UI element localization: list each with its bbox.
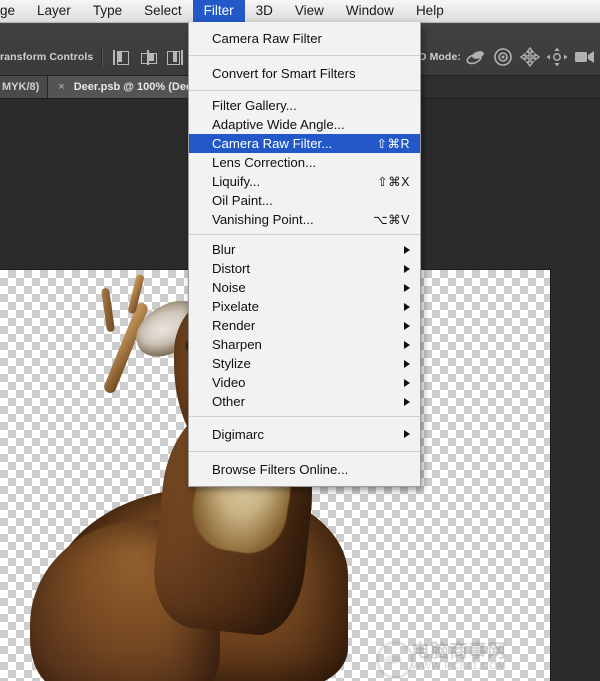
menu-item-label: Digimarc	[212, 427, 264, 442]
menu-bar: ge Layer Type Select Filter 3D View Wind…	[0, 0, 600, 23]
roll-3d-icon[interactable]	[491, 46, 515, 68]
menu-item-digimarc[interactable]: Digimarc	[189, 422, 420, 446]
menu-item-label: Render	[212, 318, 255, 333]
menu-item-shortcut: ⇧⌘X	[377, 174, 410, 189]
menu-item-vanishing-point[interactable]: Vanishing Point... ⌥⌘V	[189, 210, 420, 229]
menu-item-label: Pixelate	[212, 299, 259, 314]
menu-item-label: Browse Filters Online...	[212, 462, 348, 477]
menu-item-render[interactable]: Render	[189, 316, 420, 335]
submenu-arrow-icon	[404, 322, 410, 330]
scale-3d-icon[interactable]	[572, 46, 596, 68]
menu-item-label: Other	[212, 394, 245, 409]
menu-item-stylize[interactable]: Stylize	[189, 354, 420, 373]
tab-previous-clipped[interactable]: MYK/8)	[0, 75, 48, 98]
menu-type[interactable]: Type	[82, 0, 133, 22]
submenu-arrow-icon	[404, 303, 410, 311]
tab-label: Deer.psb @ 100% (Deer,	[74, 81, 199, 93]
menu-item-label: Noise	[212, 280, 246, 295]
submenu-arrow-icon	[404, 246, 410, 254]
rotate-3d-icon[interactable]	[464, 46, 488, 68]
menu-help[interactable]: Help	[405, 0, 455, 22]
menu-item-liquify[interactable]: Liquify... ⇧⌘X	[189, 172, 420, 191]
menu-item-other[interactable]: Other	[189, 392, 420, 411]
3d-mode-group: 3D Mode:	[395, 40, 596, 74]
menu-item-label: Liquify...	[212, 174, 260, 189]
menu-separator	[189, 451, 420, 452]
menu-window[interactable]: Window	[335, 0, 405, 22]
tab-deer-psb[interactable]: × Deer.psb @ 100% (Deer,	[48, 75, 210, 98]
menu-item-label: Convert for Smart Filters	[212, 66, 356, 81]
menu-item-adaptive-wide-angle[interactable]: Adaptive Wide Angle...	[189, 115, 420, 134]
show-transform-controls-label: ransform Controls	[0, 51, 93, 63]
menu-layer[interactable]: Layer	[26, 0, 82, 22]
menu-item-label: Lens Correction...	[212, 155, 316, 170]
menu-item-camera-raw-filter-recent[interactable]: Camera Raw Filter	[189, 26, 420, 50]
menu-item-shortcut: ⌥⌘V	[373, 212, 410, 227]
menu-image[interactable]: ge	[0, 0, 26, 22]
menu-item-label: Camera Raw Filter	[212, 31, 322, 46]
menu-item-label: Blur	[212, 242, 235, 257]
menu-item-convert-for-smart-filters[interactable]: Convert for Smart Filters	[189, 61, 420, 85]
submenu-arrow-icon	[404, 430, 410, 438]
menu-separator	[189, 234, 420, 235]
slide-3d-icon[interactable]	[545, 46, 569, 68]
menu-item-shortcut: ⇧⌘R	[376, 136, 410, 151]
menu-view[interactable]: View	[284, 0, 335, 22]
menu-item-label: Camera Raw Filter...	[212, 136, 332, 151]
menu-item-label: Stylize	[212, 356, 251, 371]
menu-separator	[189, 55, 420, 56]
pan-3d-icon[interactable]	[518, 46, 542, 68]
close-icon[interactable]: ×	[58, 81, 64, 93]
submenu-arrow-icon	[404, 284, 410, 292]
menu-item-pixelate[interactable]: Pixelate	[189, 297, 420, 316]
submenu-arrow-icon	[404, 398, 410, 406]
menu-item-label: Filter Gallery...	[212, 98, 297, 113]
align-right-edges-icon[interactable]	[165, 48, 185, 66]
menu-item-label: Distort	[212, 261, 250, 276]
menu-3d[interactable]: 3D	[245, 0, 284, 22]
menu-item-camera-raw-filter[interactable]: Camera Raw Filter... ⇧⌘R	[189, 134, 420, 153]
submenu-arrow-icon	[404, 341, 410, 349]
antler-left-tine-1	[101, 288, 115, 333]
align-horizontal-centers-icon[interactable]	[138, 48, 158, 66]
align-left-edges-icon[interactable]	[111, 48, 131, 66]
submenu-arrow-icon	[404, 360, 410, 368]
submenu-arrow-icon	[404, 379, 410, 387]
menu-item-oil-paint[interactable]: Oil Paint...	[189, 191, 420, 210]
menu-item-label: Sharpen	[212, 337, 262, 352]
menu-item-filter-gallery[interactable]: Filter Gallery...	[189, 96, 420, 115]
menu-item-lens-correction[interactable]: Lens Correction...	[189, 153, 420, 172]
menu-select[interactable]: Select	[133, 0, 193, 22]
menu-item-video[interactable]: Video	[189, 373, 420, 392]
menu-item-browse-filters-online[interactable]: Browse Filters Online...	[189, 457, 420, 481]
separator	[101, 47, 103, 67]
menu-item-label: Oil Paint...	[212, 193, 273, 208]
submenu-arrow-icon	[404, 265, 410, 273]
menu-filter[interactable]: Filter	[193, 0, 245, 22]
menu-separator	[189, 90, 420, 91]
menu-item-label: Video	[212, 375, 246, 390]
menu-item-blur[interactable]: Blur	[189, 240, 420, 259]
menu-item-label: Adaptive Wide Angle...	[212, 117, 345, 132]
menu-item-label: Vanishing Point...	[212, 212, 314, 227]
menu-item-sharpen[interactable]: Sharpen	[189, 335, 420, 354]
menu-separator	[189, 416, 420, 417]
menu-item-distort[interactable]: Distort	[189, 259, 420, 278]
menu-item-noise[interactable]: Noise	[189, 278, 420, 297]
filter-dropdown-menu[interactable]: Camera Raw Filter Convert for Smart Filt…	[188, 22, 421, 487]
